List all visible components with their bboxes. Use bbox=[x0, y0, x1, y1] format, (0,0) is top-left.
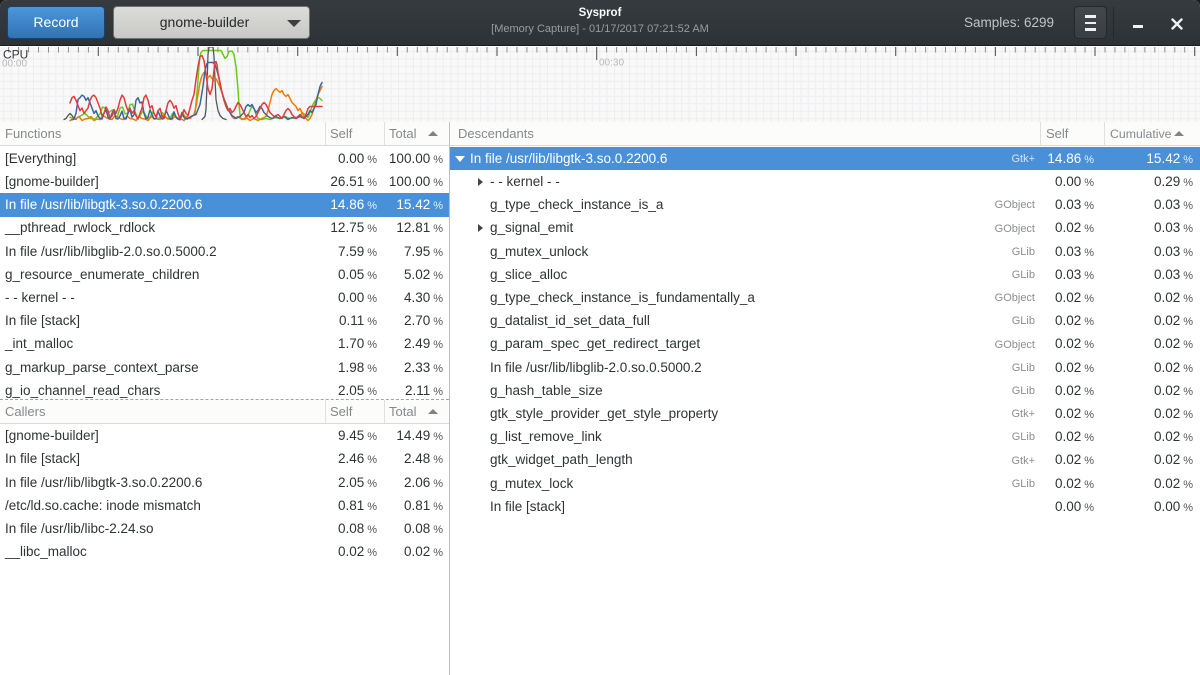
svg-text:00:00: 00:00 bbox=[2, 59, 27, 70]
svg-text:00:30: 00:30 bbox=[599, 58, 624, 69]
